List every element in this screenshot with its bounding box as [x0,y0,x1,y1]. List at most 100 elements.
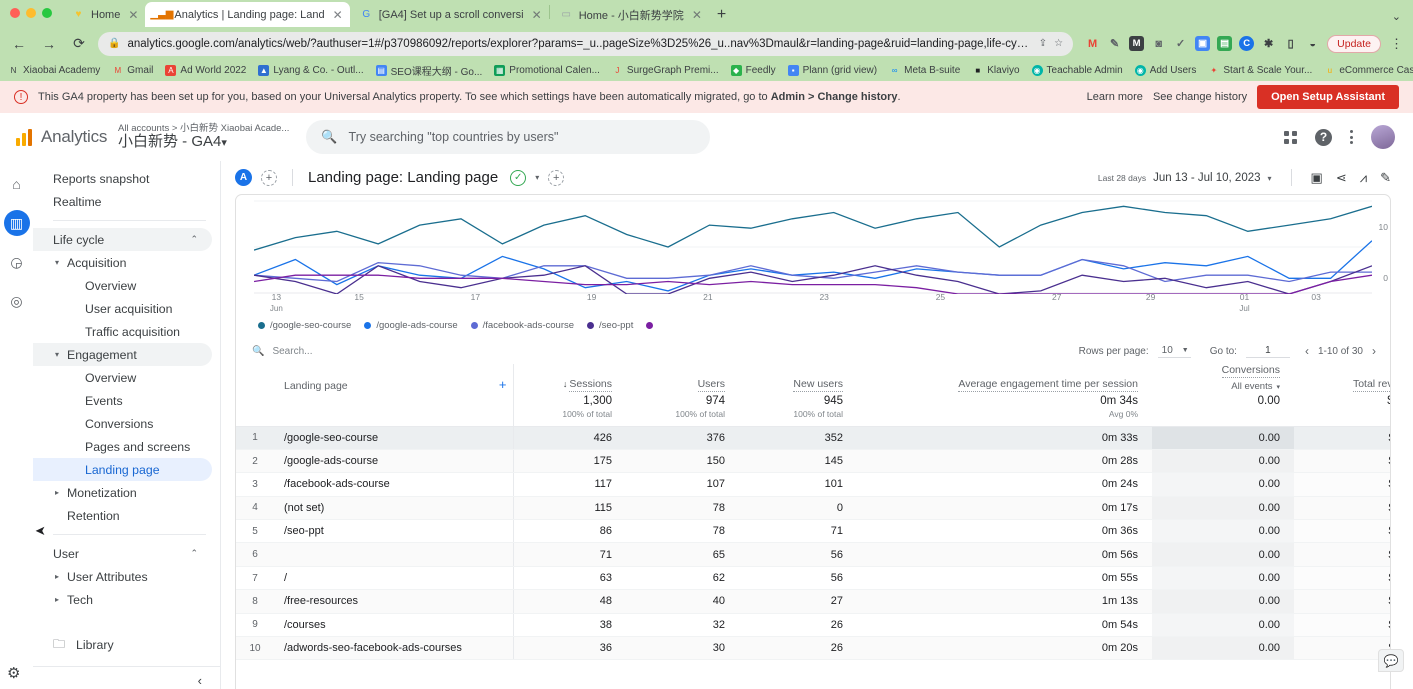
bookmark-item[interactable]: ◉Add Users [1135,65,1197,76]
maximize-window-button[interactable] [42,8,52,18]
rows-per-page-select[interactable]: 10 ▼ [1158,345,1191,358]
reload-button[interactable]: ⟳ [68,35,90,52]
sidebar-item-user-acquisition[interactable]: User acquisition [33,297,212,320]
sidebar-item-realtime[interactable]: Realtime [33,190,212,213]
more-options-icon[interactable] [1350,130,1353,144]
chevron-down-icon[interactable]: ▾ [535,173,539,182]
column-header-sessions[interactable]: ↓Sessions [513,364,626,395]
caret-down-icon[interactable]: ▾ [55,258,67,267]
caret-right-icon[interactable]: ▸ [55,595,67,604]
trend-icon[interactable]: ⩘ [1360,170,1367,186]
column-header-users[interactable]: Users [626,364,739,395]
sidebar-item-conversions[interactable]: Conversions [33,412,212,435]
close-icon[interactable]: ✕ [128,8,138,22]
admin-gear-icon[interactable]: ⚙ [7,664,20,682]
previous-page-button[interactable]: ‹ [1305,344,1309,358]
puzzle-extension-icon[interactable]: ✱ [1261,36,1276,51]
share-icon[interactable]: ⇪ [1039,38,1047,49]
table-row[interactable]: 1/google-seo-course4263763520m 33s0.00$0… [236,426,1391,449]
sidebar-item-acquisition-overview[interactable]: Overview [33,274,212,297]
column-header-landing-page[interactable]: Landing page + [274,364,513,395]
insights-icon[interactable]: ▣ [1311,170,1323,186]
table-row[interactable]: 10/adwords-seo-facebook-ads-courses36302… [236,637,1391,660]
bookmark-item[interactable]: NXiaobai Academy [8,65,100,76]
sidebar-group-life-cycle[interactable]: Life cycle⌃ [33,228,212,251]
new-tab-button[interactable]: + [709,6,734,27]
update-button[interactable]: Update [1327,35,1381,53]
legend-item[interactable] [646,322,658,329]
comparison-badge[interactable]: A [235,169,252,186]
table-row[interactable]: 7/6362560m 55s0.00$0.00 [236,566,1391,589]
window-controls[interactable] [10,8,52,18]
legend-item[interactable]: /seo-ppt [587,320,633,331]
mailmeteor-extension-icon[interactable]: M [1085,36,1100,51]
bookmark-item[interactable]: ◆Feedly [731,65,776,76]
sidebar-item-landing-page[interactable]: Landing page [33,458,212,481]
legend-item[interactable]: /google-ads-course [364,320,457,331]
column-header-new-users[interactable]: New users [739,364,857,395]
highlighter-extension-icon[interactable]: ✎ [1107,36,1122,51]
goto-input[interactable]: 1 [1246,345,1290,358]
bookmark-item[interactable]: ✦Start & Scale Your... [1208,65,1312,76]
table-row[interactable]: 5/seo-ppt8678710m 36s0.00$0.00 [236,520,1391,543]
sidebar-item-library[interactable]: 🗀 Library [33,633,220,657]
add-comparison-button[interactable]: + [261,170,277,186]
browser-tab-ga4-doc[interactable]: G [GA4] Set up a scroll conversi ✕ [350,2,549,27]
analytics-logo[interactable]: Analytics [12,127,108,147]
sidebar-item-monetization[interactable]: ▸Monetization [33,481,212,504]
global-search-input[interactable]: 🔍 Try searching "top countries by users" [306,120,710,154]
learn-more-link[interactable]: Learn more [1087,91,1143,103]
table-search-input[interactable]: 🔍 Search... [252,346,312,357]
reports-icon[interactable]: ▥ [4,210,30,236]
close-window-button[interactable] [10,8,20,18]
loom-extension-icon[interactable]: ▣ [1195,36,1210,51]
chevron-up-icon[interactable]: ⌃ [190,234,198,245]
add-segment-button[interactable]: + [548,170,564,186]
bookmark-star-icon[interactable]: ☆ [1054,38,1063,49]
sidebar-item-engagement-overview[interactable]: Overview [33,366,212,389]
bookmark-item[interactable]: ▲Lyang & Co. - Outl... [258,65,363,76]
table-row[interactable]: 9/courses3832260m 54s0.00$0.00 [236,613,1391,636]
home-icon[interactable]: ⌂ [4,171,30,197]
chevron-down-icon[interactable]: ▾ [221,137,227,149]
browser-menu-icon[interactable]: ⋮ [1388,36,1405,52]
collapse-sidebar-button[interactable]: ‹ [33,666,220,689]
explore-icon[interactable]: ◶ [4,249,30,275]
close-icon[interactable]: ✕ [692,8,702,22]
sidebar-item-user-attributes[interactable]: ▸User Attributes [33,565,212,588]
bookmark-item[interactable]: ueCommerce Case... [1324,65,1413,76]
sidepanel-extension-icon[interactable]: ▯ [1283,36,1298,51]
screenshot-extension-icon[interactable]: ◙ [1151,36,1166,51]
next-page-button[interactable]: › [1372,344,1376,358]
close-icon[interactable]: ✕ [333,8,343,22]
sidebar-item-engagement[interactable]: ▾Engagement [33,343,212,366]
help-icon[interactable]: ? [1315,129,1332,146]
bookmark-item[interactable]: ◉Teachable Admin [1032,65,1123,76]
table-row[interactable]: 67165560m 56s0.00$0.00 [236,543,1391,566]
date-range-picker[interactable]: Last 28 days Jun 13 - Jul 10, 2023 ▾ [1098,172,1272,184]
chevron-down-icon[interactable]: ▾ [1268,174,1272,183]
chevron-up-icon[interactable]: ⌃ [190,548,198,559]
table-row[interactable]: 2/google-ads-course1751501450m 28s0.00$0… [236,449,1391,472]
browser-tab-analytics[interactable]: ▁▃▆ Analytics | Landing page: Land ✕ [145,2,349,27]
sidebar-group-user[interactable]: User⌃ [33,542,212,565]
caret-right-icon[interactable]: ▸ [55,572,67,581]
browser-tab-xiaobai[interactable]: ▭ Home - 小白新势学院 ✕ [550,2,709,27]
caret-down-icon[interactable]: ▾ [55,350,67,359]
bookmark-item[interactable]: ▦Promotional Calen... [494,65,600,76]
sidebar-item-retention[interactable]: Retention [33,504,212,527]
sidebar-item-tech[interactable]: ▸Tech [33,588,212,611]
legend-item[interactable]: /facebook-ads-course [471,320,574,331]
bookmark-item[interactable]: ∞Meta B-suite [889,65,960,76]
sidebar-item-events[interactable]: Events [33,389,212,412]
edit-icon[interactable]: ✎ [1380,170,1391,186]
close-icon[interactable]: ✕ [532,8,542,22]
legend-item[interactable]: /google-seo-course [258,320,351,331]
caret-right-icon[interactable]: ▸ [55,488,67,497]
grammarly-extension-icon[interactable]: ✓ [1173,36,1188,51]
sidebar-item-acquisition[interactable]: ▾Acquisition [33,251,212,274]
see-change-history-link[interactable]: See change history [1153,91,1247,103]
avatar[interactable] [1371,125,1395,149]
bookmark-item[interactable]: JSurgeGraph Premi... [612,65,719,76]
column-header-avg-engagement-time[interactable]: Average engagement time per session [857,364,1152,395]
